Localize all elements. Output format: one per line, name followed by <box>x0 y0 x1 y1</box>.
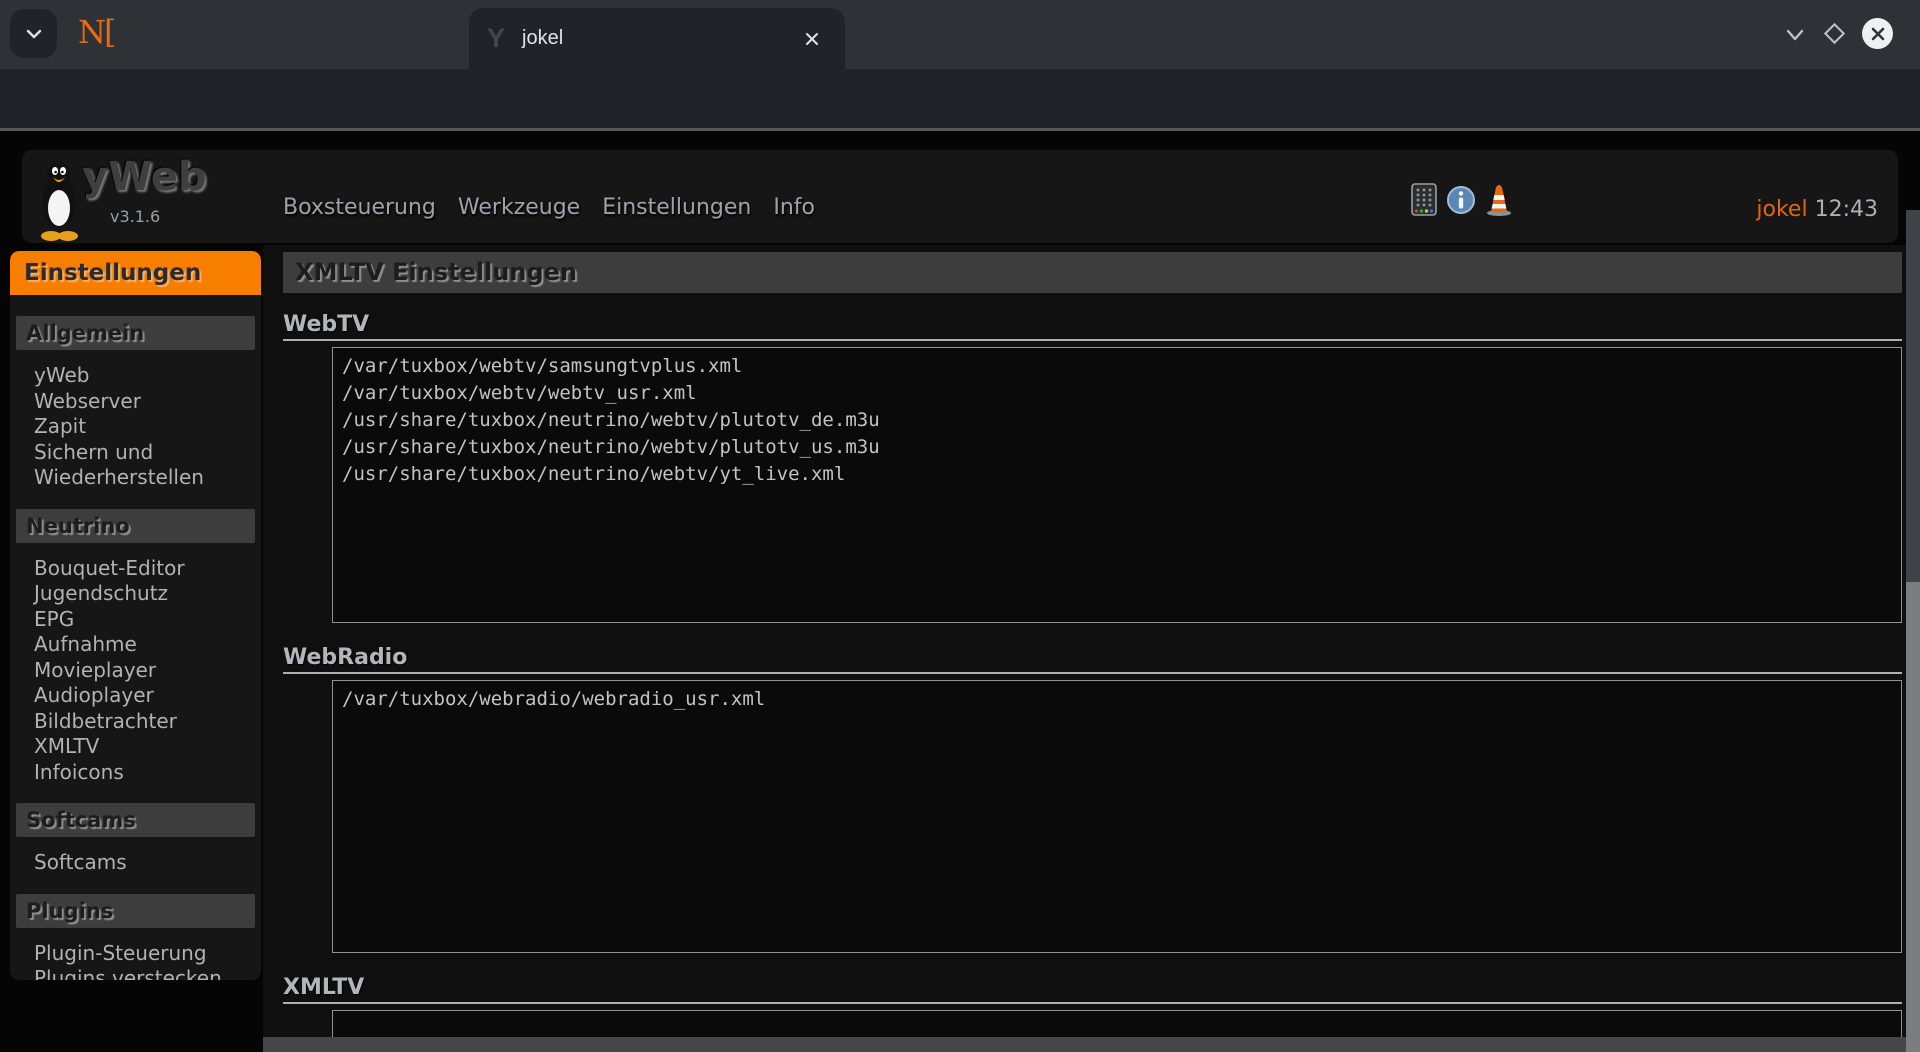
tab-title: jokel <box>522 27 563 50</box>
app-logo-text: yWeb <box>82 154 207 200</box>
browser-toolbar: Nicht sicher http://192.168.10.148 <box>0 69 1920 128</box>
logged-in-user: jokel <box>1756 197 1807 222</box>
sidebar-section-softcams: Softcams <box>16 803 255 837</box>
nav-boxsteuerung[interactable]: Boxsteuerung <box>283 195 436 220</box>
page-header: yWeb v3.1.6 Boxsteuerung Werkzeuge Einst… <box>22 150 1898 243</box>
section-divider <box>283 672 1902 674</box>
sidebar-item-aufnahme[interactable]: Aufnahme <box>34 632 255 658</box>
sidebar-item-zapit[interactable]: Zapit <box>34 414 255 440</box>
main-content: XMLTV Einstellungen WebTV /var/tuxbox/we… <box>263 245 1920 1037</box>
nav-info[interactable]: Info <box>773 195 815 220</box>
web-page: yWeb v3.1.6 Boxsteuerung Werkzeuge Einst… <box>0 131 1920 1052</box>
sidebar-item-webserver[interactable]: Webserver <box>34 389 255 415</box>
xmltv-paths-textarea[interactable] <box>332 1010 1902 1037</box>
window-maximize-button[interactable] <box>1824 23 1845 44</box>
sidebar-item-audioplayer[interactable]: Audioplayer <box>34 683 255 709</box>
app-version: v3.1.6 <box>110 207 160 226</box>
close-icon <box>1869 25 1887 43</box>
section-label-webradio: WebRadio <box>283 645 1920 671</box>
clock: 12:43 <box>1815 197 1878 222</box>
sidebar-item-movieplayer[interactable]: Movieplayer <box>34 658 255 684</box>
vertical-scrollbar-thumb[interactable] <box>1906 210 1920 582</box>
info-icon[interactable] <box>1446 185 1476 215</box>
tux-penguin-logo <box>36 156 82 242</box>
browser-tab[interactable]: Y jokel <box>469 8 845 69</box>
sidebar-item-bildbetrachter[interactable]: Bildbetrachter <box>34 709 255 735</box>
sidebar-item-bouquet-editor[interactable]: Bouquet-Editor <box>34 556 255 582</box>
sidebar-title: Einstellungen <box>10 251 261 295</box>
remote-control-icon[interactable] <box>1411 183 1437 216</box>
sidebar-item-yweb[interactable]: yWeb <box>34 363 255 389</box>
close-icon <box>803 30 821 48</box>
window-minimize-button[interactable] <box>1783 23 1807 47</box>
sidebar-section-allgemein: Allgemein <box>16 316 255 350</box>
tab-search-button[interactable] <box>10 9 57 58</box>
section-label-xmltv: XMLTV <box>283 975 1920 1001</box>
sidebar-section-neutrino: Neutrino <box>16 509 255 543</box>
webradio-paths-textarea[interactable]: /var/tuxbox/webradio/webradio_usr.xml <box>332 680 1902 953</box>
sidebar-item-sichern-wiederherstellen[interactable]: Sichern und Wiederherstellen <box>34 440 255 491</box>
sidebar-item-epg[interactable]: EPG <box>34 607 255 633</box>
sidebar-item-plugins-verstecken[interactable]: Plugins verstecken <box>34 966 255 980</box>
tab-strip: N[ Y jokel <box>0 0 1920 69</box>
sidebar-item-softcams[interactable]: Softcams <box>34 850 255 876</box>
header-quick-icons <box>1411 183 1513 216</box>
browser-logo: N[ <box>78 13 114 51</box>
main-navigation: Boxsteuerung Werkzeuge Einstellungen Inf… <box>283 195 815 220</box>
chevron-down-icon <box>23 23 45 45</box>
section-divider <box>283 339 1902 341</box>
section-divider <box>283 1002 1902 1004</box>
webtv-paths-textarea[interactable]: /var/tuxbox/webtv/samsungtvplus.xml /var… <box>332 347 1902 623</box>
section-label-webtv: WebTV <box>283 312 1920 338</box>
page-title: XMLTV Einstellungen <box>283 252 1902 293</box>
user-session-info: jokel 12:43 <box>1756 197 1878 222</box>
window-close-button[interactable] <box>1862 18 1893 49</box>
nav-einstellungen[interactable]: Einstellungen <box>602 195 751 220</box>
tab-favicon: Y <box>487 23 517 54</box>
tab-close-button[interactable] <box>799 26 825 52</box>
sidebar-item-xmltv[interactable]: XMLTV <box>34 734 255 760</box>
sidebar-section-plugins: Plugins <box>16 894 255 928</box>
sidebar-item-jugendschutz[interactable]: Jugendschutz <box>34 581 255 607</box>
nav-werkzeuge[interactable]: Werkzeuge <box>458 195 580 220</box>
chevron-down-icon <box>1783 23 1807 47</box>
horizontal-scrollbar[interactable] <box>263 1037 1906 1052</box>
frame-vertical-scrollbar-thumb[interactable] <box>1906 582 1920 1052</box>
sidebar: Einstellungen Allgemein yWeb Webserver Z… <box>10 251 261 980</box>
vlc-cone-icon[interactable] <box>1485 184 1513 216</box>
sidebar-item-infoicons[interactable]: Infoicons <box>34 760 255 786</box>
sidebar-item-plugin-steuerung[interactable]: Plugin-Steuerung <box>34 941 255 967</box>
